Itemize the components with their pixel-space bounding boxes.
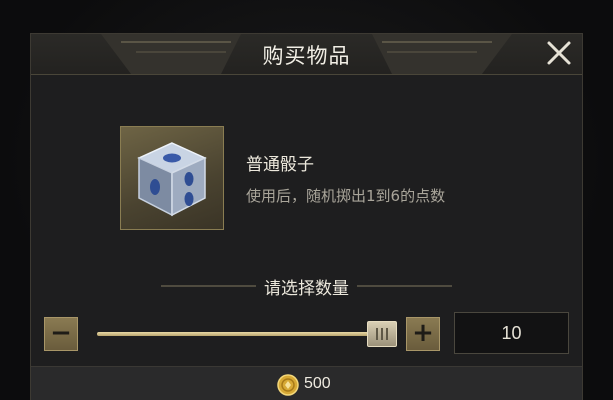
quantity-input[interactable]: 10 bbox=[454, 312, 569, 354]
quantity-section-title: 请选择数量 bbox=[264, 279, 349, 299]
slider-handle[interactable] bbox=[367, 321, 397, 347]
game-screen: 购买物品 普通骰子 使用后，随机掷出1到6的点数 请选择数量 − + 10 50… bbox=[0, 0, 613, 400]
increase-button[interactable]: + bbox=[406, 317, 440, 351]
dialog-title: 购买物品 bbox=[262, 44, 351, 68]
decrease-button[interactable]: − bbox=[44, 317, 78, 351]
gold-coin-icon bbox=[277, 374, 299, 396]
item-icon-frame bbox=[120, 126, 224, 230]
dice-icon bbox=[137, 142, 207, 217]
item-name: 普通骰子 bbox=[246, 155, 314, 175]
grip-line bbox=[376, 328, 378, 340]
quantity-header: 请选择数量 bbox=[31, 272, 582, 299]
dialog-header: 购买物品 bbox=[31, 34, 582, 75]
purchase-dialog: 购买物品 普通骰子 使用后，随机掷出1到6的点数 请选择数量 − + 10 50… bbox=[30, 33, 583, 400]
grip-line bbox=[386, 328, 388, 340]
price-bar: 500 bbox=[31, 366, 582, 400]
divider-right-ornament bbox=[357, 285, 452, 287]
grip-line bbox=[381, 328, 383, 340]
item-description: 使用后，随机掷出1到6的点数 bbox=[246, 187, 446, 205]
quantity-slider[interactable] bbox=[97, 317, 397, 351]
slider-fill bbox=[97, 332, 382, 336]
close-icon[interactable] bbox=[542, 36, 576, 70]
price-value: 500 bbox=[304, 375, 331, 392]
